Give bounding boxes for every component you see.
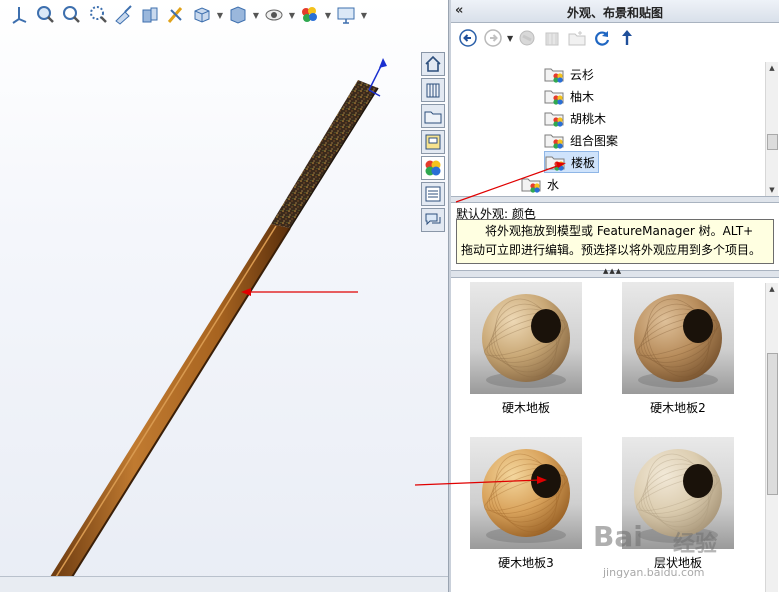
home-tab[interactable]: [421, 52, 445, 76]
graphics-viewport[interactable]: ▼ ▼ ▼ ▼ ▼: [0, 0, 448, 592]
up-one-level-button[interactable]: [616, 27, 638, 49]
add-to-library-icon: [519, 30, 535, 46]
watermark-logo: Bai: [593, 520, 643, 553]
model-view[interactable]: [0, 0, 448, 592]
rod-textured-section[interactable]: [271, 80, 378, 228]
material-sphere-preview: [622, 282, 734, 394]
material-sphere-preview: [470, 282, 582, 394]
baidu-watermark: Bai 经验 jingyan.baidu.com: [593, 520, 779, 592]
appearance-folder-icon: [544, 112, 564, 127]
scroll-down-icon[interactable]: ▼: [766, 184, 778, 196]
tooltip-line-2: 拖动可立即进行编辑。预选择以将外观应用到多个项目。: [461, 243, 762, 257]
tree-item-label: 柚木: [570, 89, 595, 104]
tree-item-label: 胡桃木: [570, 111, 607, 126]
task-pane-tabs: [421, 52, 445, 234]
create-new-folder-button[interactable]: [566, 27, 588, 49]
tree-item-label: 组合图案: [570, 133, 619, 148]
triad-arrow-head: [379, 58, 387, 68]
view-palette-tab-icon: [425, 134, 441, 150]
rod-highlight: [55, 225, 277, 578]
tooltip-line-1: 将外观拖放到模型或 FeatureManager 树。ALT+: [485, 224, 754, 238]
forward-button[interactable]: [482, 27, 504, 49]
appearance-folder-icon: [544, 134, 564, 149]
design-library-tab[interactable]: [421, 78, 445, 102]
forum-tab-icon: [425, 213, 441, 226]
add-file-location-button[interactable]: [541, 27, 563, 49]
watermark-url: jingyan.baidu.com: [603, 566, 705, 579]
tree-item[interactable]: 云杉: [544, 64, 597, 84]
tree-preview-divider[interactable]: [451, 196, 779, 203]
home-tab-icon: [425, 55, 441, 72]
rod-textured-edge: [289, 87, 379, 229]
file-explorer-tab[interactable]: [421, 104, 445, 128]
appearance-folder-icon: [544, 90, 564, 105]
design-library-tab-icon: [426, 83, 440, 98]
scroll-up-icon[interactable]: ▲: [766, 283, 778, 295]
task-pane: « 外观、布景和贴图 ▼ 云杉 柚木 胡桃木 组合图案 楼板水 ▲ ▼ 默认外观…: [451, 0, 779, 592]
tree-item-label: 楼板: [571, 155, 596, 170]
thumbnail-label: 硬木地板: [501, 401, 550, 415]
add-file-location-icon: [545, 32, 559, 46]
refresh-button[interactable]: [591, 27, 613, 49]
tree-item[interactable]: 楼板: [544, 151, 600, 173]
panel-title: 外观、布景和贴图: [566, 6, 663, 20]
rod-edge: [71, 227, 291, 578]
material-sphere-preview: [470, 437, 582, 549]
custom-properties-tab[interactable]: [421, 182, 445, 206]
custom-properties-tab-icon: [425, 186, 441, 202]
back-arrow-icon: [459, 29, 477, 47]
forward-arrow-icon: [484, 29, 502, 47]
appearances-tab-icon: [425, 160, 441, 176]
appearance-folder-icon: [545, 156, 565, 171]
appearance-folder-icon: [521, 178, 541, 193]
tree-item-label: 云杉: [570, 67, 595, 82]
tree-item-label: 水: [547, 177, 560, 192]
rod-wood-section[interactable]: [50, 224, 290, 577]
tree-item[interactable]: 水: [521, 174, 562, 194]
appearance-thumbnail[interactable]: 硬木地板3: [456, 437, 596, 571]
view-palette-tab[interactable]: [421, 130, 445, 154]
add-to-library-button[interactable]: [516, 27, 538, 49]
tree-scrollbar[interactable]: ▲ ▼: [765, 62, 778, 196]
thumbnail-label: 硬木地板2: [650, 401, 706, 415]
new-folder-icon: [568, 31, 586, 46]
viewport-status-strip: [0, 576, 448, 592]
thumbnail-scroll-thumb[interactable]: [767, 353, 778, 495]
splitter-grip-icon[interactable]: ▲▲▲: [603, 267, 622, 275]
appearance-thumbnail[interactable]: 硬木地板: [456, 282, 596, 416]
appearances-tab[interactable]: [421, 156, 445, 180]
file-explorer-tab-icon: [424, 111, 442, 124]
watermark-logo-suffix: 经验: [673, 532, 718, 557]
drag-drop-tooltip: 将外观拖放到模型或 FeatureManager 树。ALT+ 拖动可立即进行编…: [456, 219, 774, 264]
refresh-icon: [595, 31, 610, 46]
tree-item[interactable]: 胡桃木: [544, 108, 609, 128]
back-button[interactable]: [457, 27, 479, 49]
tree-item[interactable]: 组合图案: [544, 130, 621, 150]
appearance-folder-tree: 云杉柚木胡桃木组合图案楼板水: [451, 55, 779, 196]
appearance-folder-icon: [544, 68, 564, 83]
up-arrow-icon: [622, 30, 633, 45]
panel-navigation-bar: ▼: [451, 23, 779, 53]
scroll-up-icon[interactable]: ▲: [766, 62, 778, 74]
forum-tab[interactable]: [421, 208, 445, 232]
tree-scroll-thumb[interactable]: [767, 134, 778, 150]
thumbnail-label: 硬木地板3: [498, 556, 554, 570]
tree-item[interactable]: 柚木: [544, 86, 597, 106]
appearance-thumbnail[interactable]: 硬木地板2: [608, 282, 748, 416]
panel-title-bar: « 外观、布景和贴图: [451, 0, 779, 23]
history-dropdown-icon[interactable]: ▼: [507, 34, 513, 43]
